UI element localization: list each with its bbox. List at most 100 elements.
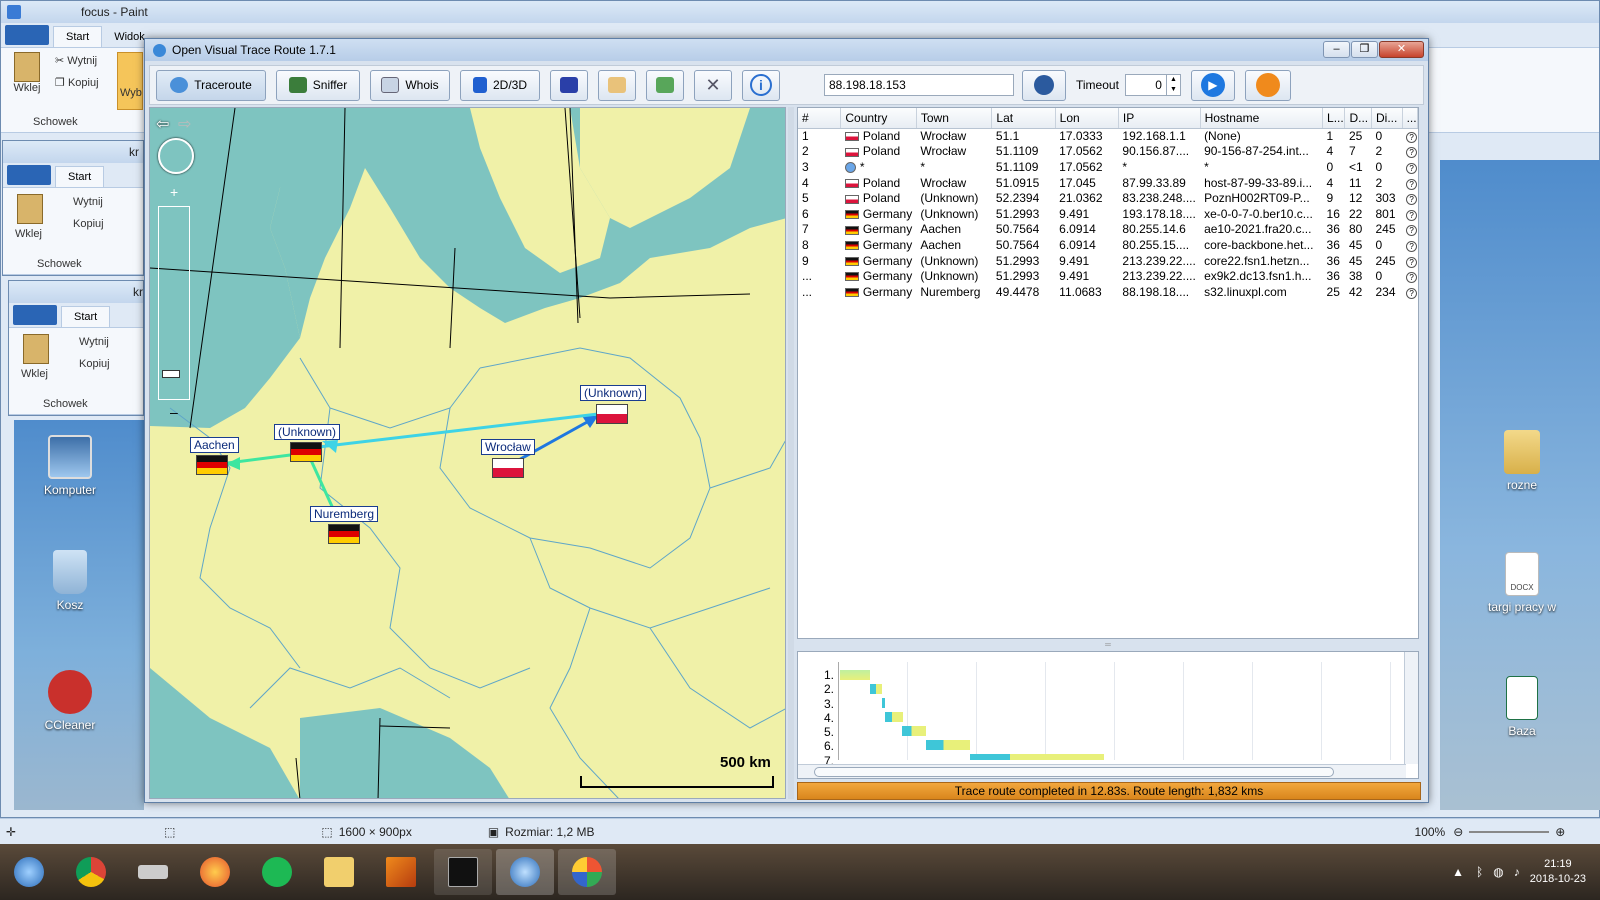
whois-cell[interactable]: ?	[1402, 175, 1418, 191]
vertical-splitter[interactable]	[788, 107, 794, 799]
hop-table[interactable]: # Country Town Lat Lon IP Hostname L... …	[797, 107, 1419, 639]
question-icon[interactable]: ?	[1406, 272, 1418, 284]
germany-flag-marker[interactable]	[290, 442, 322, 462]
zoom-in-button[interactable]: +	[170, 184, 178, 200]
question-icon[interactable]: ?	[1406, 287, 1418, 299]
info-button[interactable]: i	[742, 69, 780, 101]
question-icon[interactable]: ?	[1406, 209, 1418, 221]
stop-trace-button[interactable]	[1244, 69, 1291, 101]
col-header-distance[interactable]: Di...	[1371, 108, 1403, 129]
zoom-in-icon[interactable]: ⊕	[1555, 825, 1565, 839]
whois-cell[interactable]: ?	[1402, 253, 1418, 269]
whois-cell[interactable]: ?	[1402, 237, 1418, 253]
col-header-latency[interactable]: L...	[1322, 108, 1346, 129]
paint-file-menu-button[interactable]	[5, 25, 49, 45]
maximize-button[interactable]: ❐	[1351, 41, 1378, 58]
whois-cell[interactable]: ?	[1402, 206, 1418, 222]
paint-bg1-paste-icon[interactable]	[17, 194, 43, 224]
cut-button[interactable]: ✂ Wytnij	[55, 54, 97, 67]
desktop-icon-baza[interactable]: Baza	[1477, 676, 1567, 738]
col-header-hostname[interactable]: Hostname	[1200, 108, 1324, 129]
desktop-icon-targi[interactable]: DOCX targi pracy w	[1477, 552, 1567, 614]
pan-control-icon[interactable]	[158, 138, 194, 174]
question-icon[interactable]: ?	[1406, 132, 1418, 144]
col-header-lon[interactable]: Lon	[1055, 108, 1119, 129]
whois-cell[interactable]: ?	[1402, 268, 1418, 284]
gantt-horizontal-scrollbar[interactable]	[798, 764, 1406, 778]
table-row[interactable]: 8 Germany Aachen 50.7564 6.0914 80.255.15....…	[798, 237, 1418, 253]
question-icon[interactable]: ?	[1406, 256, 1418, 268]
whois-button[interactable]: Whois	[370, 69, 450, 101]
timeout-spinner[interactable]: 0 ▲ ▼	[1124, 74, 1181, 96]
volume-icon[interactable]: ♪	[1514, 865, 1520, 879]
whois-cell[interactable]: ?	[1402, 222, 1418, 238]
resolve-button[interactable]	[1022, 69, 1066, 101]
settings-button[interactable]: ✕	[694, 69, 732, 101]
paste-button[interactable]: Wklej	[9, 52, 45, 94]
taskbar-firefox[interactable]	[186, 849, 244, 895]
col-header-index[interactable]: #	[798, 108, 842, 129]
table-row[interactable]: 3 * * 51.1109 17.0562 * * 0 <1 0?	[798, 159, 1418, 175]
col-header-ip[interactable]: IP	[1118, 108, 1201, 129]
taskbar-spotify[interactable]	[248, 849, 306, 895]
target-ip-input[interactable]	[824, 74, 1014, 96]
traceroute-button[interactable]: Traceroute	[156, 69, 266, 101]
table-row[interactable]: ... Germany Nuremberg 49.4478 11.0683 88.198.…	[798, 284, 1418, 300]
zoom-slider-thumb[interactable]	[162, 370, 180, 378]
table-row[interactable]: ... Germany (Unknown) 51.2993 9.491 213.239.2…	[798, 268, 1418, 284]
table-row[interactable]: 9 Germany (Unknown) 51.2993 9.491 213.239.22.…	[798, 253, 1418, 269]
sniffer-button[interactable]: Sniffer	[276, 69, 360, 101]
zoom-out-button[interactable]: –	[170, 404, 178, 420]
table-row[interactable]: 6 Germany (Unknown) 51.2993 9.491 193.178.18.…	[798, 206, 1418, 222]
taskbar-paint[interactable]	[558, 849, 616, 895]
view-2d3d-button[interactable]: 2D/3D	[460, 69, 540, 101]
map-label-unknown-pl[interactable]: (Unknown)	[580, 385, 647, 401]
tray-arrow-icon[interactable]: ▲	[1452, 865, 1464, 879]
paint-bg1-cut-label[interactable]: Wytnij	[73, 196, 103, 208]
taskbar-chrome[interactable]	[62, 849, 120, 895]
paint-bg1-copy-label[interactable]: Kopiuj	[73, 218, 104, 230]
poland-flag-marker[interactable]	[492, 458, 524, 478]
paint-bg2-file-button[interactable]	[13, 305, 57, 325]
minimize-button[interactable]: –	[1323, 41, 1350, 58]
paint-bg2-tab-start[interactable]: Start	[61, 306, 111, 327]
poland-flag-marker[interactable]	[596, 404, 628, 424]
whois-cell[interactable]: ?	[1402, 144, 1418, 160]
start-button[interactable]	[0, 849, 58, 895]
route-map[interactable]: ⇦ ⇨ + – (Unknown) Aachen (Unknown) Wrocł…	[149, 107, 786, 799]
horizontal-splitter[interactable]: ═	[797, 641, 1419, 649]
germany-flag-marker[interactable]	[328, 524, 360, 544]
question-icon[interactable]: ?	[1406, 178, 1418, 190]
tab-start[interactable]: Start	[53, 26, 103, 47]
table-row[interactable]: 1 Poland Wrocław 51.1 17.0333 192.168.1.1 (Non…	[798, 128, 1418, 144]
gantt-vertical-scrollbar[interactable]	[1404, 652, 1418, 764]
question-icon[interactable]: ?	[1406, 240, 1418, 252]
map-label-wroclaw[interactable]: Wrocław	[481, 439, 535, 455]
table-row[interactable]: 7 Germany Aachen 50.7564 6.0914 80.255.14.6 ae…	[798, 222, 1418, 238]
screenshot-button[interactable]	[550, 69, 588, 101]
pan-left-icon[interactable]: ⇦	[156, 114, 169, 134]
question-icon[interactable]: ?	[1406, 194, 1418, 206]
zoom-out-icon[interactable]: ⊖	[1453, 825, 1463, 839]
map-label-unknown-de[interactable]: (Unknown)	[274, 424, 341, 440]
spinner-arrows-icon[interactable]: ▲ ▼	[1165, 75, 1180, 95]
desktop-icon-rozne[interactable]: rozne	[1477, 430, 1567, 492]
export-button[interactable]	[646, 69, 684, 101]
taskbar-traceroute[interactable]	[496, 849, 554, 895]
question-icon[interactable]: ?	[1406, 225, 1418, 237]
timeout-value[interactable]: 0	[1126, 78, 1166, 92]
whois-cell[interactable]: ?	[1402, 284, 1418, 300]
start-trace-button[interactable]: ▶	[1190, 69, 1235, 101]
paint-bg2-copy-label[interactable]: Kopiuj	[79, 358, 110, 370]
desktop-icon-ccleaner[interactable]: CCleaner	[25, 670, 115, 732]
desktop-icon-komputer[interactable]: Komputer	[25, 435, 115, 497]
paint-bg2-paste-icon[interactable]	[23, 334, 49, 364]
whois-cell[interactable]: ?	[1402, 159, 1418, 175]
zoom-slider[interactable]	[1469, 830, 1550, 833]
col-header-more[interactable]: ...	[1402, 108, 1418, 129]
paint-bg2-cut-label[interactable]: Wytnij	[79, 336, 109, 348]
pan-right-icon[interactable]: ⇨	[178, 114, 191, 134]
whois-cell[interactable]: ?	[1402, 190, 1418, 206]
network-icon[interactable]: ◍	[1493, 865, 1503, 879]
col-header-lat[interactable]: Lat	[991, 108, 1056, 129]
